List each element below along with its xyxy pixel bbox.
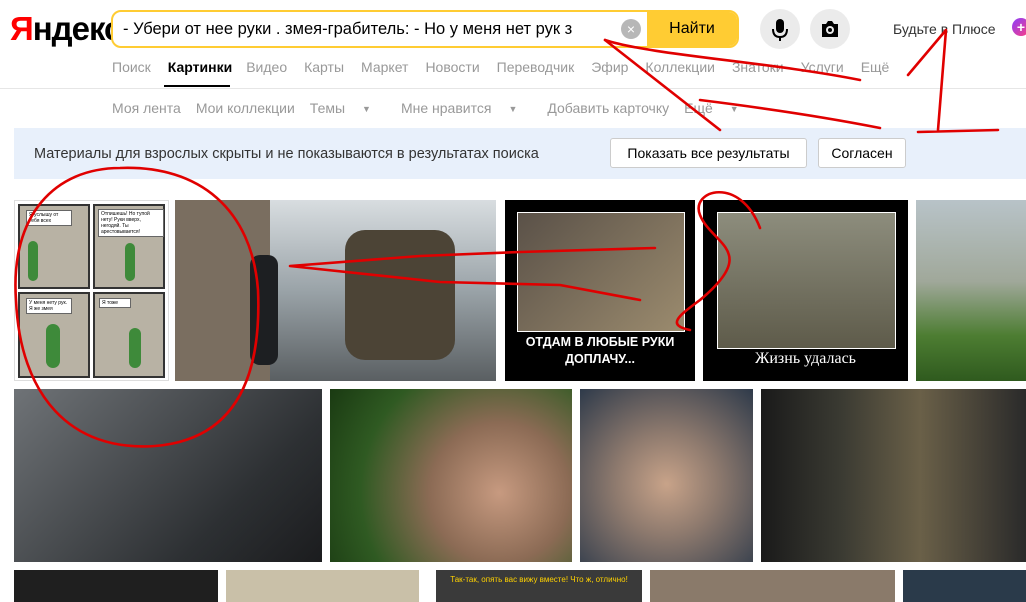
show-all-results-button[interactable]: Показать все результаты bbox=[610, 138, 807, 168]
comic-bubble: Отпишешь! Но тупой нету! Руки вверх, нег… bbox=[98, 209, 164, 237]
image-result-bank-robbery[interactable] bbox=[175, 200, 496, 381]
image-result-row3-3[interactable]: Так-так, опять вас вижу вместе! Что ж, о… bbox=[436, 570, 642, 602]
image-result-row3-5[interactable] bbox=[903, 570, 1026, 602]
service-efir[interactable]: Эфир bbox=[591, 59, 628, 75]
annotation-number-one bbox=[906, 28, 1000, 134]
subnav-my-collections[interactable]: Мои коллекции bbox=[196, 100, 295, 116]
snake-figure bbox=[46, 324, 60, 368]
demotivator-frame bbox=[517, 212, 685, 332]
comic-panel: Я услышу от тебя всех bbox=[18, 204, 90, 289]
service-more[interactable]: Ещё bbox=[861, 59, 890, 75]
service-news[interactable]: Новости bbox=[425, 59, 479, 75]
monkey-photo bbox=[717, 212, 896, 349]
comic-bubble: Я тоже bbox=[99, 298, 131, 308]
monkey-caption: Жизнь удалась bbox=[755, 350, 856, 367]
subnav-my-feed[interactable]: Моя лента bbox=[112, 100, 181, 116]
subnav-likes[interactable]: Мне нравится ▼ bbox=[401, 100, 532, 116]
crowd-figure bbox=[345, 230, 455, 360]
chevron-down-icon: ▼ bbox=[508, 104, 518, 114]
services-nav: Поиск Картинки Видео Карты Маркет Новости Пере… bbox=[112, 59, 906, 79]
chevron-down-icon: ▼ bbox=[362, 104, 371, 114]
comic-bubble: Я услышу от тебя всех bbox=[26, 210, 72, 226]
image-result-woman-rifle[interactable] bbox=[14, 389, 322, 562]
snake-figure bbox=[28, 241, 38, 281]
image-caption: Так-так, опять вас вижу вместе! Что ж, о… bbox=[450, 575, 628, 584]
robber-figure bbox=[250, 255, 278, 365]
service-video[interactable]: Видео bbox=[246, 59, 287, 75]
image-result-row3-1[interactable] bbox=[14, 570, 218, 602]
find-button[interactable]: Найти bbox=[647, 12, 737, 46]
image-result-comic[interactable]: Я услышу от тебя всех Отпишешь! Но тупой… bbox=[14, 200, 169, 381]
plus-promo-link[interactable]: Будьте в Плюсе bbox=[893, 21, 996, 37]
image-result-grass-couple[interactable] bbox=[916, 200, 1026, 381]
header-divider bbox=[0, 88, 1026, 89]
subnav-topics[interactable]: Темы ▼ bbox=[310, 100, 386, 116]
subnav-more[interactable]: Ещё ▼ bbox=[684, 100, 754, 116]
close-icon[interactable]: × bbox=[621, 19, 641, 39]
image-result-row3-4[interactable] bbox=[650, 570, 895, 602]
snake-figure bbox=[125, 243, 135, 281]
image-result-soldiers[interactable] bbox=[761, 389, 1026, 562]
image-result-demotivator[interactable]: ОТДАМ В ЛЮБЫЕ РУКИ ДОПЛАЧУ... bbox=[505, 200, 695, 381]
images-subnav: Моя лента Мои коллекции Темы ▼ Мне нравится ▼… bbox=[112, 100, 769, 116]
image-result-melting-clock[interactable] bbox=[580, 389, 753, 562]
service-collections[interactable]: Коллекции bbox=[645, 59, 715, 75]
image-result-row3-2[interactable] bbox=[226, 570, 419, 602]
service-images[interactable]: Картинки bbox=[168, 59, 232, 75]
service-translate[interactable]: Переводчик bbox=[497, 59, 575, 75]
chevron-down-icon: ▼ bbox=[729, 104, 739, 114]
comic-panel: Я тоже bbox=[93, 292, 165, 378]
microphone-icon bbox=[772, 19, 788, 41]
search-bar: - Убери от нее руки . змея-грабитель: - … bbox=[111, 10, 739, 48]
service-znatoki[interactable]: Знатоки bbox=[732, 59, 784, 75]
yandex-logo[interactable]: Яндекс bbox=[10, 10, 122, 48]
service-search[interactable]: Поиск bbox=[112, 59, 151, 75]
comic-panel: У меня нету рук. Я же змея bbox=[18, 292, 90, 378]
active-tab-underline bbox=[164, 85, 230, 87]
agree-button[interactable]: Согласен bbox=[818, 138, 906, 168]
snake-figure bbox=[129, 328, 141, 368]
service-maps[interactable]: Карты bbox=[304, 59, 344, 75]
comic-panel: Отпишешь! Но тупой нету! Руки вверх, нег… bbox=[93, 204, 165, 289]
comic-bubble: У меня нету рук. Я же змея bbox=[26, 298, 72, 314]
service-market[interactable]: Маркет bbox=[361, 59, 408, 75]
service-uslugi[interactable]: Услуги bbox=[801, 59, 844, 75]
voice-search-button[interactable] bbox=[760, 9, 800, 49]
safe-search-message: Материалы для взрослых скрыты и не показ… bbox=[34, 146, 539, 162]
image-result-snake-man[interactable] bbox=[330, 389, 572, 562]
search-input[interactable]: - Убери от нее руки . змея-грабитель: - … bbox=[123, 12, 618, 46]
plus-badge-icon[interactable]: + bbox=[1012, 18, 1026, 36]
image-search-button[interactable] bbox=[810, 9, 850, 49]
demotivator-caption: ОТДАМ В ЛЮБЫЕ РУКИ ДОПЛАЧУ... bbox=[525, 335, 675, 366]
subnav-add-card[interactable]: Добавить карточку bbox=[547, 100, 669, 116]
image-result-monkey[interactable]: Жизнь удалась bbox=[703, 200, 908, 381]
annotation-line-to-button bbox=[603, 38, 722, 132]
camera-icon bbox=[822, 21, 838, 37]
